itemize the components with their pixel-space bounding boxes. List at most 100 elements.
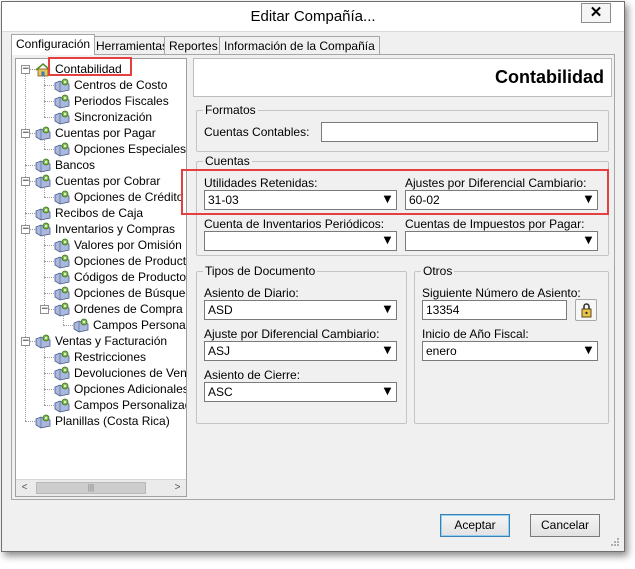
folder-gear-icon (72, 318, 90, 333)
collapse-toggle-icon[interactable]: − (40, 305, 49, 314)
asiento-cierre-label: Asiento de Cierre: (204, 368, 301, 382)
inicio-ano-fiscal-value: enero (426, 344, 457, 358)
tipos-documento-group: Tipos de Documento Asiento de Diario: AS… (196, 264, 407, 424)
tree-horizontal-scrollbar[interactable]: < ||| > (16, 479, 186, 496)
tab-herramientas[interactable]: Herramientas (91, 36, 174, 54)
chevron-down-icon[interactable]: ▼ (379, 232, 396, 250)
impuestos-por-pagar-combo[interactable]: ▼ (405, 231, 598, 251)
settings-tree[interactable]: < ||| > − Contabilidad Centros de Costo Per… (15, 58, 187, 497)
section-title: Contabilidad (495, 67, 604, 87)
asiento-cierre-value: ASC (208, 385, 233, 399)
folder-gear-icon (53, 382, 71, 397)
collapse-toggle-icon[interactable]: − (21, 65, 30, 74)
folder-gear-icon (53, 286, 71, 301)
tree-node[interactable]: Periodos Fiscales (16, 94, 186, 109)
chevron-down-icon[interactable]: ▼ (379, 342, 396, 360)
tree-node-label: Devoluciones de Venta (74, 366, 187, 380)
lock-icon (581, 303, 592, 318)
formatos-group: Formatos Cuentas Contables: (196, 103, 609, 152)
tree-node-label: Opciones de Crédito (74, 190, 184, 204)
tab-configuracion[interactable]: Configuración (11, 34, 96, 55)
folder-gear-icon (53, 78, 71, 93)
impuestos-por-pagar-label: Cuentas de Impuestos por Pagar: (405, 217, 585, 231)
chevron-down-icon[interactable]: ▼ (580, 232, 597, 250)
tree-node[interactable]: Campos Personaliza (16, 318, 186, 333)
tree-node[interactable]: Opciones de Crédito (16, 190, 186, 205)
folder-gear-icon (53, 190, 71, 205)
tree-node[interactable]: Sincronización (16, 110, 186, 125)
inicio-ano-fiscal-combo[interactable]: enero ▼ (422, 341, 598, 361)
chevron-down-icon[interactable]: ▼ (580, 342, 597, 360)
siguiente-asiento-input[interactable]: 13354 (422, 300, 567, 320)
tree-node[interactable]: Valores por Omisión (16, 238, 186, 253)
collapse-toggle-icon[interactable]: − (21, 337, 30, 346)
collapse-toggle-icon[interactable]: − (21, 225, 30, 234)
otros-group: Otros Siguiente Número de Asiento: 13354… (414, 264, 609, 424)
ajuste-diferencial-label: Ajuste por Diferencial Cambiario: (204, 327, 380, 341)
tab-strip: Configuración Herramientas Reportes Info… (11, 34, 621, 55)
tree-node-label: Cuentas por Pagar (55, 126, 156, 140)
tree-node-label: Periodos Fiscales (74, 94, 169, 108)
tree-node[interactable]: − Ordenes de Compra (16, 302, 186, 317)
tree-node[interactable]: Devoluciones de Venta (16, 366, 186, 381)
tree-node-label: Códigos de Producto (74, 270, 187, 284)
cuentas-contables-input[interactable] (321, 122, 598, 142)
tree-node[interactable]: Opciones Adicionales (16, 382, 186, 397)
inicio-ano-fiscal-label: Inicio de Año Fiscal: (422, 327, 529, 341)
highlight-annotation (181, 169, 609, 215)
asiento-cierre-combo[interactable]: ASC ▼ (204, 382, 397, 402)
title-bar: Editar Compañía... ✕ (2, 2, 624, 32)
tree-node[interactable]: Planillas (Costa Rica) (16, 414, 186, 429)
collapse-toggle-icon[interactable]: − (21, 177, 30, 186)
tree-node-label: Campos Personaliza (93, 318, 187, 332)
tree-node[interactable]: − Ventas y Facturación (16, 334, 186, 349)
tree-node[interactable]: Recibos de Caja (16, 206, 186, 221)
folder-gear-icon (53, 398, 71, 413)
chevron-down-icon[interactable]: ▼ (379, 383, 396, 401)
cancel-button[interactable]: Cancelar (530, 514, 600, 537)
ajuste-diferencial-combo[interactable]: ASJ ▼ (204, 341, 397, 361)
tree-node[interactable]: Códigos de Producto (16, 270, 186, 285)
folder-gear-icon (34, 334, 52, 349)
tree-node-label: Bancos (55, 158, 96, 172)
cuentas-contables-label: Cuentas Contables: (204, 125, 310, 139)
collapse-toggle-icon[interactable]: − (21, 129, 30, 138)
resize-grip-icon[interactable] (610, 537, 620, 547)
tree-node-label: Planillas (Costa Rica) (55, 414, 170, 428)
asiento-diario-value: ASD (208, 303, 233, 317)
tab-reportes[interactable]: Reportes (164, 36, 223, 54)
inventarios-periodicos-combo[interactable]: ▼ (204, 231, 397, 251)
scroll-thumb[interactable]: ||| (36, 482, 146, 494)
tree-node[interactable]: Centros de Costo (16, 78, 186, 93)
tree-node[interactable]: − Inventarios y Compras (16, 222, 186, 237)
tab-informacion-compania[interactable]: Información de la Compañía (219, 36, 380, 54)
folder-gear-icon (34, 126, 52, 141)
tree-node[interactable]: Opciones de Producto (16, 254, 186, 269)
folder-gear-icon (34, 158, 52, 173)
scroll-left-arrow-icon[interactable]: < (16, 480, 33, 496)
chevron-down-icon[interactable]: ▼ (379, 301, 396, 319)
ajuste-diferencial-value: ASJ (208, 344, 231, 358)
folder-gear-icon (53, 302, 71, 317)
tree-node[interactable]: − Cuentas por Pagar (16, 126, 186, 141)
window-title: Editar Compañía... (250, 8, 376, 25)
scroll-right-arrow-icon[interactable]: > (169, 480, 186, 496)
tree-node[interactable]: − Cuentas por Cobrar (16, 174, 186, 189)
tree-node[interactable]: Restricciones (16, 350, 186, 365)
accept-button[interactable]: Aceptar (440, 514, 510, 537)
tree-node-label: Sincronización (74, 110, 153, 124)
formatos-legend: Formatos (203, 103, 258, 117)
asiento-diario-label: Asiento de Diario: (204, 286, 299, 300)
folder-gear-icon (53, 366, 71, 381)
folder-gear-icon (53, 350, 71, 365)
tree-node[interactable]: Opciones Especiales (16, 142, 186, 157)
folder-gear-icon (34, 222, 52, 237)
lock-button[interactable] (575, 299, 597, 321)
tree-node[interactable]: Bancos (16, 158, 186, 173)
tree-node-label: Inventarios y Compras (55, 222, 176, 236)
tree-node[interactable]: Opciones de Búsqueda (16, 286, 186, 301)
asiento-diario-combo[interactable]: ASD ▼ (204, 300, 397, 320)
tree-node-label: Restricciones (74, 350, 147, 364)
tree-node[interactable]: Campos Personalizados (16, 398, 186, 413)
close-button[interactable]: ✕ (581, 3, 611, 23)
